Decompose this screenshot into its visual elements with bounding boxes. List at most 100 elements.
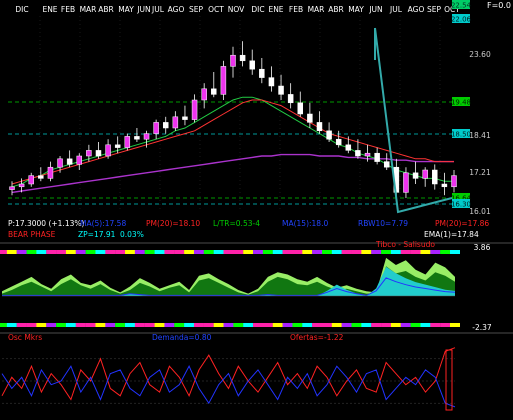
osc-header: Tibco - Salisudo [375,240,435,249]
signal-strip-top [282,250,293,254]
signal-strip-bottom [75,323,86,327]
signal-strip-top [26,250,37,254]
candle-body [259,68,265,78]
signal-strip-top [430,250,441,254]
info-line1-item: P:17.3000 (+1.13%) [8,219,84,228]
info-line1-item: RBW10=7.79 [358,219,408,228]
stock-chart: DIC ENE FEB MAR ABR MAY JUN JUL AGO SEP OCT NOV DIC E… [0,0,513,420]
signal-strip-bottom [193,323,204,327]
signal-strip-bottom [400,323,411,327]
candle-body [220,66,227,95]
signal-strip-top [115,250,126,254]
candle-body [191,99,198,120]
signal-strip-top [361,250,372,254]
candle-body [278,85,284,95]
month-label: JUN [368,5,382,14]
signal-strip-bottom [351,323,362,327]
signal-strip-bottom [174,323,185,327]
signal-strip-bottom [262,323,273,327]
candle-body [383,161,390,168]
candle-body [268,77,275,87]
signal-strip-top [302,250,313,254]
signal-strip-bottom [253,323,264,327]
signal-strip-top [253,250,264,254]
month-label: SEP [189,5,203,14]
signal-strip-bottom [95,323,106,327]
bottom-header-item: Osc Mkrs [8,333,42,342]
signal-strip-top [203,250,214,254]
signal-strip-top [390,250,401,254]
candle-body [153,122,159,134]
signal-strip-top [292,250,303,254]
signal-strip-bottom [6,323,17,327]
price-axis-label: 18.41 [469,131,491,140]
signal-strip-top [410,250,421,254]
candle-body [182,116,188,120]
signal-strip-bottom [154,323,165,327]
price-axis-label: 23.60 [469,50,491,59]
signal-strip-bottom [26,323,37,327]
signal-strip-bottom [312,323,323,327]
signal-strip-bottom [321,323,332,327]
signal-strip-bottom [125,323,136,327]
signal-strip-top [262,250,273,254]
info-line1-item: MA(15):18.0 [282,219,328,228]
signal-strip-top [223,250,234,254]
signal-strip-bottom [292,323,303,327]
month-label: AGO [168,5,185,14]
signal-strip-top [351,250,362,254]
signal-strip-bottom [302,323,313,327]
level-badge-label: 18.50 [451,131,471,139]
candle-body [412,172,419,179]
candle-body [162,122,169,129]
signal-strip-top [193,250,204,254]
signal-strip-bottom [36,323,47,327]
month-label: FEB [61,5,75,14]
candle-body [201,88,207,101]
signal-strip-top [105,250,116,254]
signal-strip-top [331,250,342,254]
signal-strip-top [46,250,57,254]
level-badge-label: 22.06 [451,16,472,24]
signal-strip-bottom [213,323,224,327]
info-line1-item: MA(5):17.58 [80,219,126,228]
signal-strip-bottom [450,323,460,327]
candle-body [124,136,131,148]
candle-body [18,183,25,188]
info-line1-item: PM(20)=17.86 [435,219,489,228]
signal-strip-bottom [65,323,76,327]
signal-strip-bottom [341,323,352,327]
signal-strip-top [381,250,392,254]
bottom-header-item: Ofertas=-1.22 [290,333,344,342]
candle-body [172,116,179,129]
bottom-header-item: Demanda=0.80 [152,333,212,342]
month-label: JUL [389,5,403,14]
month-label: MAR [308,5,325,14]
month-axis-top: DIC ENE FEB MAR ABR MAY JUN JUL AGO SEP OCT NOV DIC E… [15,5,460,14]
signal-strip-top [371,250,382,254]
candle-body [316,122,323,132]
level-badge-label: 22.54 [451,2,472,10]
signal-strip-top [184,250,195,254]
signal-strip-bottom [85,323,96,327]
signal-strip-top [174,250,185,254]
month-label: MAY [348,5,364,14]
osc-min-label: -2.37 [472,323,492,332]
candle-body [335,138,342,146]
candle-body [66,158,73,165]
signal-strip-bottom [331,323,342,327]
signal-strip-bottom [16,323,27,327]
level-badge-label: 16.30 [451,201,471,209]
signal-strip-top [95,250,106,254]
month-label: ABR [328,5,344,14]
info-line1-item: L/TR=0.53-4 [213,219,260,228]
signal-strip-top [56,250,67,254]
info-line2-item: 0.03% [120,230,144,239]
signal-strip-top [341,250,352,254]
signal-strip-bottom [272,323,283,327]
candle-body [134,136,140,140]
signal-strip-top [134,250,145,254]
candle-body [345,144,352,151]
info-line1-item: PM(20)=18.10 [146,219,200,228]
month-label: FEB [289,5,303,14]
